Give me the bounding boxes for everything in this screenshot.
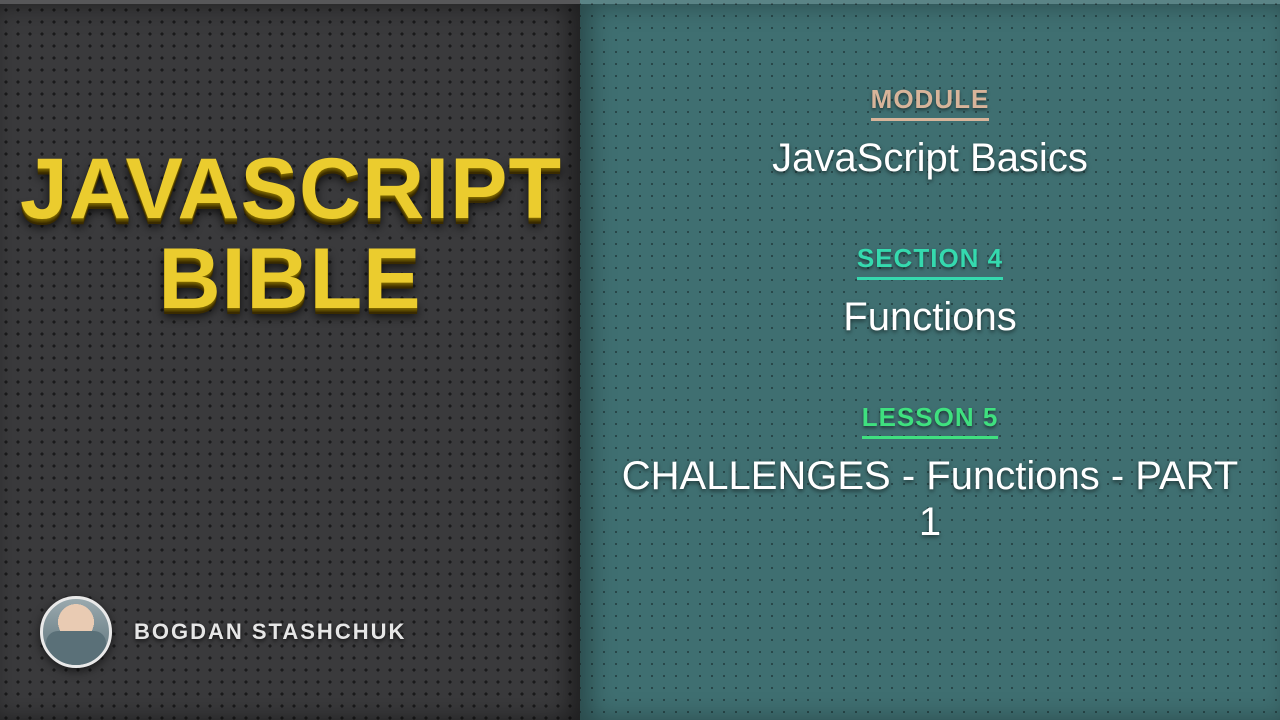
- title-line-2: BIBLE: [20, 234, 560, 324]
- avatar: [40, 596, 112, 668]
- slide: JAVASCRIPT BIBLE BOGDAN STASHCHUK MODULE…: [0, 0, 1280, 720]
- lesson-block: LESSON 5 CHALLENGES - Functions - PART 1: [620, 402, 1240, 545]
- course-title: JAVASCRIPT BIBLE: [0, 144, 580, 325]
- right-panel: MODULE JavaScript Basics SECTION 4 Funct…: [580, 0, 1280, 720]
- module-label: MODULE: [871, 84, 990, 121]
- author-row: BOGDAN STASHCHUK: [40, 596, 406, 668]
- section-block: SECTION 4 Functions: [620, 243, 1240, 340]
- module-block: MODULE JavaScript Basics: [620, 84, 1240, 181]
- title-line-1: JAVASCRIPT: [20, 144, 560, 234]
- module-value: JavaScript Basics: [620, 135, 1240, 181]
- lesson-value: CHALLENGES - Functions - PART 1: [620, 453, 1240, 545]
- section-value: Functions: [620, 294, 1240, 340]
- left-panel: JAVASCRIPT BIBLE BOGDAN STASHCHUK: [0, 0, 580, 720]
- author-name: BOGDAN STASHCHUK: [134, 619, 406, 645]
- lesson-label: LESSON 5: [862, 402, 999, 439]
- section-label: SECTION 4: [857, 243, 1003, 280]
